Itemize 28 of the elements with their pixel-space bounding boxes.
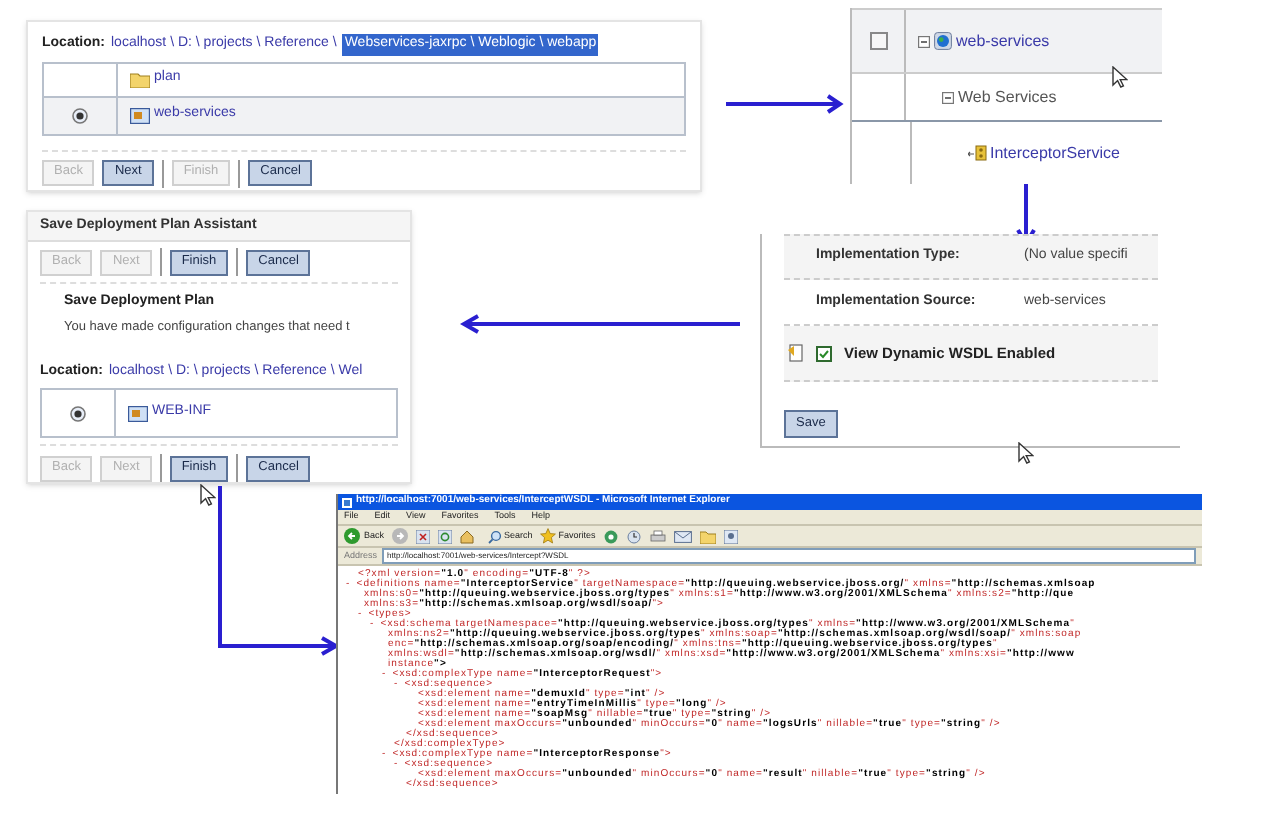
back-icon [344, 528, 360, 544]
star-icon [540, 528, 557, 544]
mail-icon[interactable] [673, 529, 692, 543]
globe-icon [934, 32, 952, 50]
application-icon [130, 107, 150, 123]
checkbox[interactable] [869, 32, 887, 50]
collapse-icon[interactable] [942, 91, 954, 103]
search-icon [488, 529, 503, 543]
tree-item[interactable]: InterceptorService [990, 141, 1120, 165]
stop-icon[interactable] [416, 529, 431, 543]
application-icon [128, 405, 148, 421]
media-icon[interactable] [603, 529, 618, 543]
collapse-icon[interactable] [918, 35, 930, 47]
checkbox[interactable] [816, 345, 832, 361]
refresh-icon[interactable] [438, 529, 453, 543]
radio-button[interactable] [72, 107, 88, 123]
flow-arrow [726, 94, 846, 114]
browser-icon [342, 497, 352, 507]
tree-item[interactable]: web-services [956, 29, 1050, 53]
cursor-icon [1112, 66, 1128, 88]
tree-item[interactable]: Web Services [958, 85, 1057, 109]
printer-icon[interactable] [649, 529, 666, 543]
radio-button[interactable] [70, 405, 86, 421]
messenger-icon[interactable] [723, 529, 738, 543]
history-icon[interactable] [625, 529, 642, 543]
home-icon[interactable] [460, 529, 475, 543]
folder-icon [130, 71, 150, 87]
service-icon [968, 144, 988, 162]
